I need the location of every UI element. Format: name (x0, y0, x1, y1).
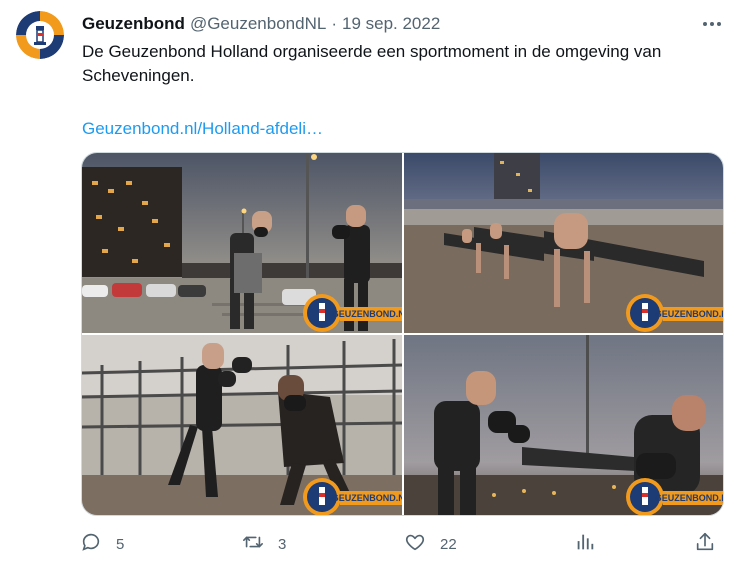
stats-icon (574, 531, 596, 557)
like-count: 22 (440, 535, 457, 553)
action-bar: 5 3 22 (80, 532, 720, 556)
photo-2[interactable]: GEUZENBOND.NL (404, 153, 724, 333)
heart-icon (404, 531, 426, 557)
display-name[interactable]: Geuzenbond (82, 14, 185, 34)
media-grid: GEUZENBOND.NL (81, 152, 724, 516)
tweet-link[interactable]: Geuzenbond.nl/Holland-afdeli… (82, 117, 323, 141)
avatar[interactable] (16, 11, 64, 59)
separator-dot: · (331, 14, 337, 33)
svg-text:GEUZENBOND.NL: GEUZENBOND.NL (655, 493, 724, 503)
retweet-button[interactable]: 3 (242, 532, 286, 556)
svg-text:GEUZENBOND.NL: GEUZENBOND.NL (655, 309, 724, 319)
photo-1[interactable]: GEUZENBOND.NL (82, 153, 402, 333)
retweet-count: 3 (278, 535, 287, 553)
reply-button[interactable]: 5 (80, 532, 124, 556)
photo-4[interactable]: GEUZENBOND.NL (404, 335, 724, 515)
like-button[interactable]: 22 (404, 532, 457, 556)
stats-button[interactable] (574, 532, 596, 556)
svg-text:GEUZENBOND.NL: GEUZENBOND.NL (332, 493, 402, 503)
more-dots-icon[interactable] (700, 14, 724, 34)
tweet[interactable]: Geuzenbond @GeuzenbondNL · 19 sep. 2022 … (0, 0, 739, 573)
share-icon (694, 531, 716, 557)
reply-icon (80, 531, 102, 557)
photo-3[interactable]: GEUZENBOND.NL (82, 335, 402, 515)
svg-text:GEUZENBOND.NL: GEUZENBOND.NL (332, 309, 402, 319)
retweet-icon (242, 531, 264, 557)
tweet-header: Geuzenbond @GeuzenbondNL · 19 sep. 2022 (82, 13, 440, 35)
share-button[interactable] (694, 532, 716, 556)
tweet-text: De Geuzenbond Holland organiseerde een s… (82, 42, 662, 85)
reply-count: 5 (116, 535, 125, 553)
tweet-date[interactable]: 19 sep. 2022 (342, 14, 440, 34)
user-handle[interactable]: @GeuzenbondNL (190, 14, 326, 34)
